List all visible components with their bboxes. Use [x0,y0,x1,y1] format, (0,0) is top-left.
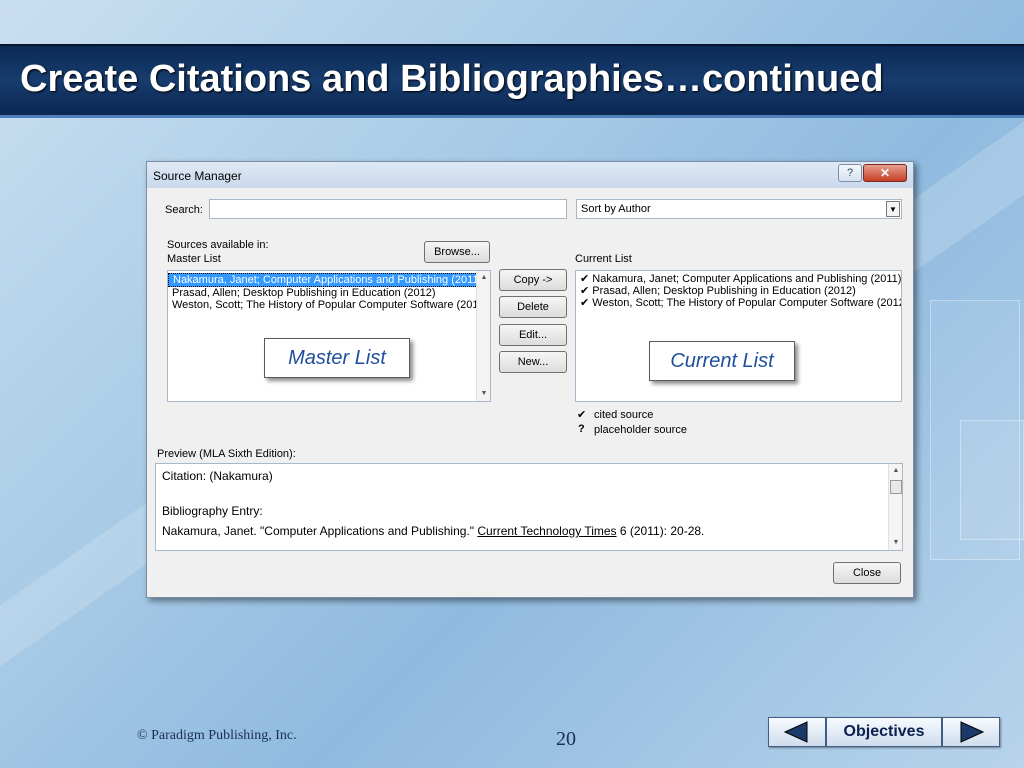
scroll-up-icon[interactable]: ▲ [477,271,490,285]
master-list-label: Master List [167,253,221,265]
search-input[interactable] [209,199,567,219]
close-window-button[interactable]: ✕ [863,164,907,182]
new-button[interactable]: New... [499,351,567,373]
current-list-item[interactable]: ✔ Prasad, Allen; Desktop Publishing in E… [576,285,901,297]
current-list-callout: Current List [649,341,795,381]
current-list-item[interactable]: ✔ Weston, Scott; The History of Popular … [576,297,901,309]
cited-source-label: cited source [594,409,654,421]
background-panel [960,420,1024,540]
preview-scrollbar[interactable]: ▲ ▼ [888,464,902,550]
dialog-title: Source Manager [153,169,242,183]
master-list-callout: Master List [264,338,410,378]
scroll-down-icon[interactable]: ▼ [477,387,490,401]
current-list-box[interactable]: ✔ Nakamura, Janet; Computer Applications… [575,270,902,402]
entry-prefix: Nakamura, Janet. "Computer Applications … [162,524,478,538]
dialog-titlebar[interactable]: Source Manager ? ✕ [147,162,913,188]
next-slide-button[interactable] [942,717,1000,747]
master-list-box[interactable]: Nakamura, Janet; Computer Applications a… [167,270,491,402]
close-button[interactable]: Close [833,562,901,584]
help-button[interactable]: ? [838,164,862,182]
page-number: 20 [556,728,576,750]
placeholder-source-label: placeholder source [594,424,687,436]
browse-button[interactable]: Browse... [424,241,490,263]
triangle-left-icon [783,721,808,743]
copy-button[interactable]: Copy -> [499,269,567,291]
slide-title: Create Citations and Bibliographies…cont… [20,58,884,100]
master-list-item[interactable]: Prasad, Allen; Desktop Publishing in Edu… [168,287,490,299]
sort-dropdown[interactable]: Sort by Author ▼ [576,199,902,219]
preview-label: Preview (MLA Sixth Edition): [157,448,296,460]
cited-source-check-icon: ✔ [577,409,587,421]
previous-slide-button[interactable] [768,717,826,747]
preview-bibliography-heading: Bibliography Entry: [162,504,263,518]
entry-journal: Current Technology Times [477,524,617,538]
preview-box[interactable]: Citation: (Nakamura) Bibliography Entry:… [155,463,903,551]
edit-button[interactable]: Edit... [499,324,567,346]
master-list-item[interactable]: Nakamura, Janet; Computer Applications a… [168,273,490,287]
scroll-thumb[interactable] [890,480,902,494]
chevron-down-icon[interactable]: ▼ [886,201,900,217]
copyright-text: © Paradigm Publishing, Inc. [137,728,297,743]
placeholder-source-icon: ? [578,423,585,435]
current-list-label: Current List [575,253,632,265]
slide-title-bar: Create Citations and Bibliographies…cont… [0,44,1024,118]
preview-bibliography-entry: Nakamura, Janet. "Computer Applications … [162,524,704,538]
objectives-button[interactable]: Objectives [826,717,942,747]
close-icon: ✕ [879,166,891,180]
preview-citation: Citation: (Nakamura) [162,469,273,483]
sort-dropdown-value: Sort by Author [581,203,651,215]
entry-suffix: 6 (2011): 20-28. [616,524,705,538]
delete-button[interactable]: Delete [499,296,567,318]
search-label: Search: [165,204,203,216]
master-list-item[interactable]: Weston, Scott; The History of Popular Co… [168,299,490,311]
sources-available-label: Sources available in: [167,239,269,251]
current-list-item[interactable]: ✔ Nakamura, Janet; Computer Applications… [576,273,901,285]
scroll-up-icon[interactable]: ▲ [889,464,903,478]
slide-navigation: Objectives [768,717,1002,749]
scroll-down-icon[interactable]: ▼ [889,536,903,550]
source-manager-dialog: Source Manager ? ✕ Search: Sort by Autho… [146,161,914,598]
master-list-scrollbar[interactable]: ▲ ▼ [476,271,490,401]
triangle-right-icon [960,721,985,743]
